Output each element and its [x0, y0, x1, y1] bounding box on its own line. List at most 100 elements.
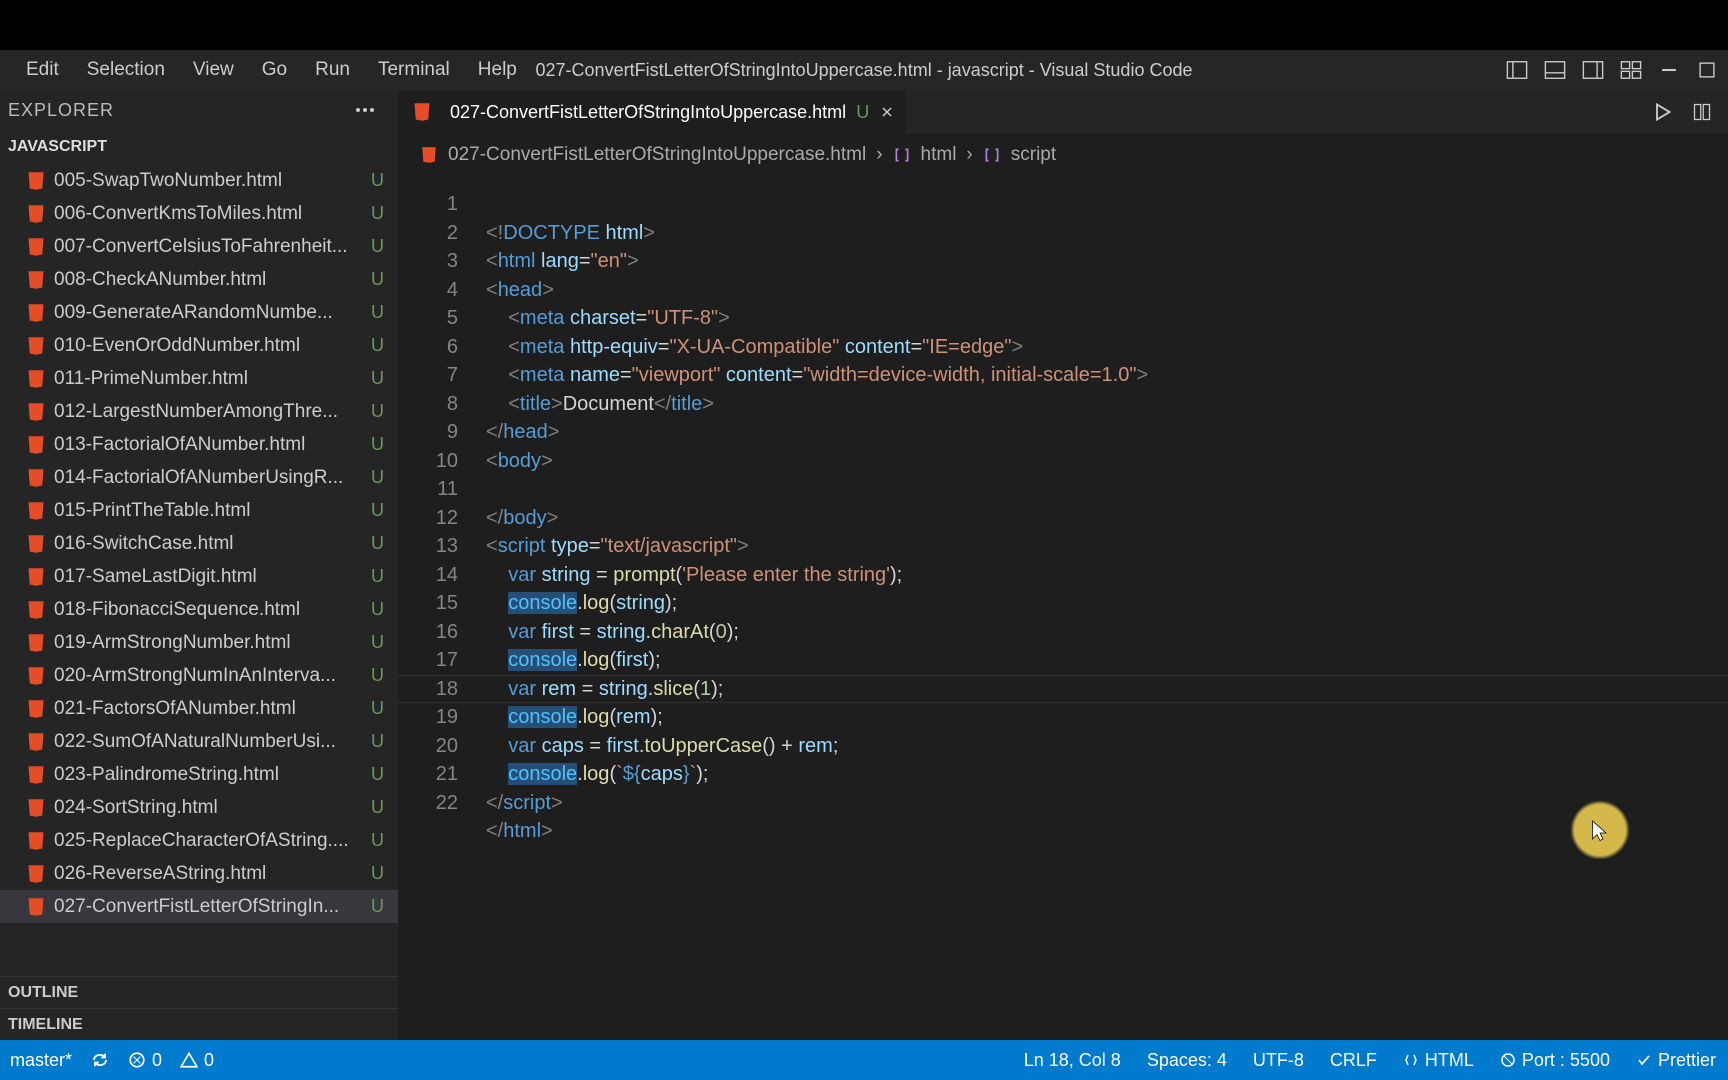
file-item[interactable]: 025-ReplaceCharacterOfAString....U — [0, 824, 398, 857]
chevron-right-icon: › — [966, 144, 972, 166]
file-tree: 005-SwapTwoNumber.htmlU006-ConvertKmsToM… — [0, 164, 398, 976]
layout-panel-icon[interactable] — [1544, 59, 1566, 81]
menu-view[interactable]: View — [179, 59, 248, 81]
file-item[interactable]: 024-SortString.htmlU — [0, 791, 398, 824]
editor-tabs: 027-ConvertFistLetterOfStringIntoUpperca… — [398, 90, 1728, 134]
menu-go[interactable]: Go — [248, 59, 301, 81]
file-item[interactable]: 027-ConvertFistLetterOfStringIn... U — [0, 890, 398, 923]
status-spaces[interactable]: Spaces: 4 — [1147, 1050, 1227, 1071]
file-name: 024-SortString.html — [54, 797, 218, 819]
file-item[interactable]: 023-PalindromeString.htmlU — [0, 758, 398, 791]
section-javascript[interactable]: JAVASCRIPT — [0, 130, 398, 164]
file-item[interactable]: 012-LargestNumberAmongThre...U — [0, 395, 398, 428]
file-item[interactable]: 016-SwitchCase.htmlU — [0, 527, 398, 560]
minimize-icon[interactable] — [1658, 59, 1680, 81]
html5-icon — [26, 237, 46, 257]
status-prettier[interactable]: Prettier — [1636, 1050, 1716, 1071]
html5-icon — [26, 468, 46, 488]
menu-terminal[interactable]: Terminal — [364, 59, 464, 81]
html5-icon — [26, 699, 46, 719]
sync-icon[interactable] — [90, 1050, 110, 1070]
file-item[interactable]: 018-FibonacciSequence.htmlU — [0, 593, 398, 626]
more-icon[interactable] — [356, 108, 378, 112]
menu-selection[interactable]: Selection — [73, 59, 179, 81]
breadcrumb[interactable]: 027-ConvertFistLetterOfStringIntoUpperca… — [398, 134, 1728, 176]
layout-secondary-icon[interactable] — [1582, 59, 1604, 81]
file-name: 005-SwapTwoNumber.html — [54, 170, 282, 192]
html5-icon — [26, 204, 46, 224]
status-warnings[interactable]: 0 — [180, 1050, 214, 1071]
html5-icon — [26, 501, 46, 521]
file-item[interactable]: 011-PrimeNumber.htmlU — [0, 362, 398, 395]
layout-custom-icon[interactable] — [1620, 59, 1642, 81]
file-status: U — [371, 302, 384, 323]
section-outline[interactable]: OUTLINE — [0, 976, 398, 1008]
file-status: U — [371, 236, 384, 257]
status-port[interactable]: Port : 5500 — [1500, 1050, 1610, 1071]
file-item[interactable]: 014-FactorialOfANumberUsingR...U — [0, 461, 398, 494]
file-status: U — [371, 863, 384, 884]
file-item[interactable]: 017-SameLastDigit.htmlU — [0, 560, 398, 593]
breadcrumb-script[interactable]: script — [1011, 144, 1056, 166]
file-item[interactable]: 010-EvenOrOddNumber.htmlU — [0, 329, 398, 362]
html5-icon — [26, 435, 46, 455]
editor-tab[interactable]: 027-ConvertFistLetterOfStringIntoUpperca… — [398, 90, 905, 134]
status-lncol[interactable]: Ln 18, Col 8 — [1024, 1050, 1121, 1071]
file-item[interactable]: 022-SumOfANaturalNumberUsi...U — [0, 725, 398, 758]
html5-icon — [26, 897, 46, 917]
section-timeline[interactable]: TIMELINE — [0, 1008, 398, 1040]
status-bar: master* 0 0 Ln 18, Col 8 Spaces: 4 UTF-8… — [0, 1040, 1728, 1080]
file-status: U — [371, 500, 384, 521]
file-item[interactable]: 015-PrintTheTable.htmlU — [0, 494, 398, 527]
file-item[interactable]: 026-ReverseAString.html U — [0, 857, 398, 890]
html5-icon — [420, 146, 438, 164]
file-name: 018-FibonacciSequence.html — [54, 599, 300, 621]
brackets-icon — [893, 146, 911, 164]
menu-edit[interactable]: Edit — [12, 59, 73, 81]
file-name: 012-LargestNumberAmongThre... — [54, 401, 338, 423]
run-icon[interactable] — [1652, 102, 1672, 122]
status-eol[interactable]: CRLF — [1330, 1050, 1377, 1071]
html5-icon — [26, 666, 46, 686]
cursor-highlight — [1570, 800, 1630, 860]
file-name: 021-FactorsOfANumber.html — [54, 698, 296, 720]
file-item[interactable]: 013-FactorialOfANumber.htmlU — [0, 428, 398, 461]
file-item[interactable]: 008-CheckANumber.htmlU — [0, 263, 398, 296]
html5-icon — [26, 765, 46, 785]
file-status: U — [371, 764, 384, 785]
file-name: 014-FactorialOfANumberUsingR... — [54, 467, 343, 489]
breadcrumb-html[interactable]: html — [921, 144, 957, 166]
status-lang[interactable]: HTML — [1403, 1050, 1474, 1071]
file-status: U — [371, 665, 384, 686]
menu-run[interactable]: Run — [301, 59, 364, 81]
file-item[interactable]: 021-FactorsOfANumber.htmlU — [0, 692, 398, 725]
status-errors[interactable]: 0 — [128, 1050, 162, 1071]
file-name: 009-GenerateARandomNumbe... — [54, 302, 333, 324]
file-status: U — [371, 269, 384, 290]
file-item[interactable]: 019-ArmStrongNumber.htmlU — [0, 626, 398, 659]
maximize-icon[interactable] — [1696, 59, 1718, 81]
close-icon[interactable] — [879, 104, 895, 120]
file-name: 026-ReverseAString.html — [54, 863, 266, 885]
file-item[interactable]: 007-ConvertCelsiusToFahrenheit...U — [0, 230, 398, 263]
file-name: 027-ConvertFistLetterOfStringIn... — [54, 896, 339, 918]
status-encoding[interactable]: UTF-8 — [1253, 1050, 1304, 1071]
html5-icon — [26, 567, 46, 587]
file-status: U — [371, 896, 384, 917]
file-item[interactable]: 020-ArmStrongNumInAnInterva... U — [0, 659, 398, 692]
html5-icon — [26, 336, 46, 356]
status-branch[interactable]: master* — [10, 1050, 72, 1071]
layout-primary-icon[interactable] — [1506, 59, 1528, 81]
code-editor[interactable]: 12345678910111213141516171819202122 <!DO… — [398, 176, 1728, 1040]
code-content[interactable]: <!DOCTYPE html> <html lang="en"> <head> … — [486, 190, 1148, 846]
menu-help[interactable]: Help — [464, 59, 531, 81]
file-item[interactable]: 009-GenerateARandomNumbe... U — [0, 296, 398, 329]
html5-icon — [26, 369, 46, 389]
file-status: U — [371, 533, 384, 554]
file-name: 006-ConvertKmsToMiles.html — [54, 203, 302, 225]
file-item[interactable]: 006-ConvertKmsToMiles.htmlU — [0, 197, 398, 230]
file-item[interactable]: 005-SwapTwoNumber.htmlU — [0, 164, 398, 197]
file-name: 020-ArmStrongNumInAnInterva... — [54, 665, 336, 687]
split-icon[interactable] — [1692, 102, 1712, 122]
breadcrumb-file[interactable]: 027-ConvertFistLetterOfStringIntoUpperca… — [448, 144, 866, 166]
